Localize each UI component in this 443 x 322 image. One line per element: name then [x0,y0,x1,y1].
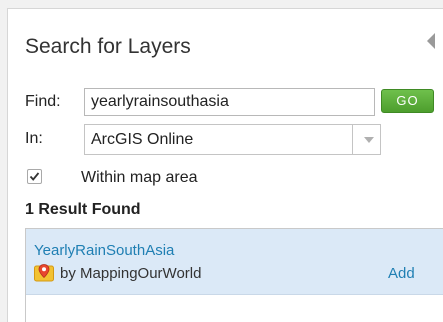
triangle-left-icon [427,33,435,49]
collapse-panel-button[interactable] [425,30,439,52]
results-list: YearlyRainSouthAsia by MappingOurWorld A… [25,228,443,322]
within-map-label: Within map area [81,169,198,186]
find-input[interactable] [84,88,375,116]
add-layer-link[interactable]: Add [388,265,415,282]
search-layers-panel: Search for Layers Find: GO In: ArcGIS On… [7,8,443,322]
go-button[interactable]: GO [381,89,434,113]
search-layers-page: Search for Layers Find: GO In: ArcGIS On… [0,0,443,322]
search-source-select[interactable]: ArcGIS Online [84,124,381,155]
in-label: In: [25,130,43,147]
panel-title: Search for Layers [25,35,191,58]
checkmark-icon [29,172,40,181]
results-count: 1 Result Found [25,201,141,218]
result-item[interactable]: YearlyRainSouthAsia by MappingOurWorld A… [26,229,443,295]
result-owner: by MappingOurWorld [60,265,202,282]
find-label: Find: [25,93,61,110]
result-title-link[interactable]: YearlyRainSouthAsia [34,242,174,259]
chevron-down-icon [364,137,374,143]
within-map-checkbox[interactable] [27,169,42,184]
map-layer-icon [34,264,54,282]
select-divider [352,125,353,154]
search-source-value: ArcGIS Online [91,131,194,148]
